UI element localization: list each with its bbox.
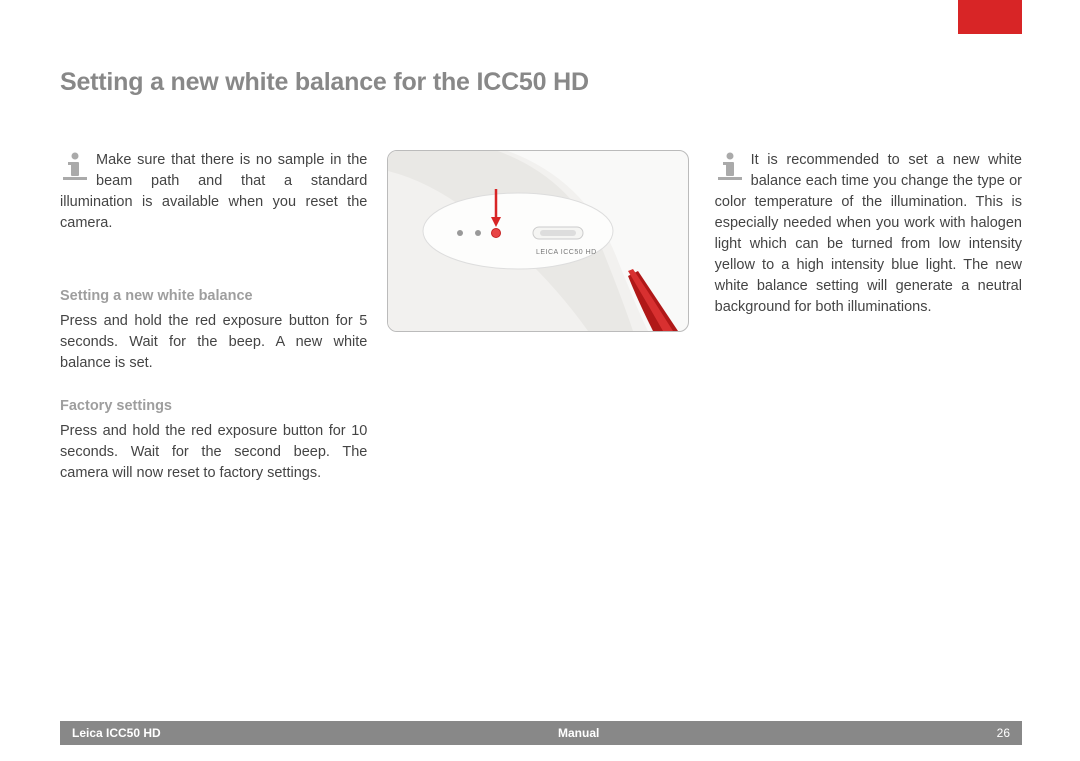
info-icon <box>60 150 90 184</box>
subhead-white-balance: Setting a new white balance <box>60 286 367 307</box>
body-white-balance: Press and hold the red exposure button f… <box>60 311 367 374</box>
page-title: Setting a new white balance for the ICC5… <box>60 68 589 97</box>
info-icon <box>715 150 745 184</box>
column-left: Make sure that there is no sample in the… <box>60 150 367 490</box>
device-label: LEICA ICC50 HD <box>536 249 597 256</box>
device-illustration: LEICA ICC50 HD <box>387 150 689 332</box>
column-center: LEICA ICC50 HD <box>387 150 694 490</box>
info-paragraph-1: Make sure that there is no sample in the… <box>60 150 367 234</box>
column-right: It is recommended to set a new white bal… <box>715 150 1022 490</box>
footer-page-number: 26 <box>997 726 1010 740</box>
footer-center: Manual <box>161 726 997 740</box>
body-factory: Press and hold the red exposure button f… <box>60 421 367 484</box>
brand-tab <box>958 0 1022 34</box>
footer-bar: Leica ICC50 HD Manual 26 <box>60 721 1022 745</box>
footer-left: Leica ICC50 HD <box>72 726 161 740</box>
info-paragraph-2: It is recommended to set a new white bal… <box>715 150 1022 318</box>
subhead-factory: Factory settings <box>60 396 367 417</box>
content-columns: Make sure that there is no sample in the… <box>60 150 1022 490</box>
